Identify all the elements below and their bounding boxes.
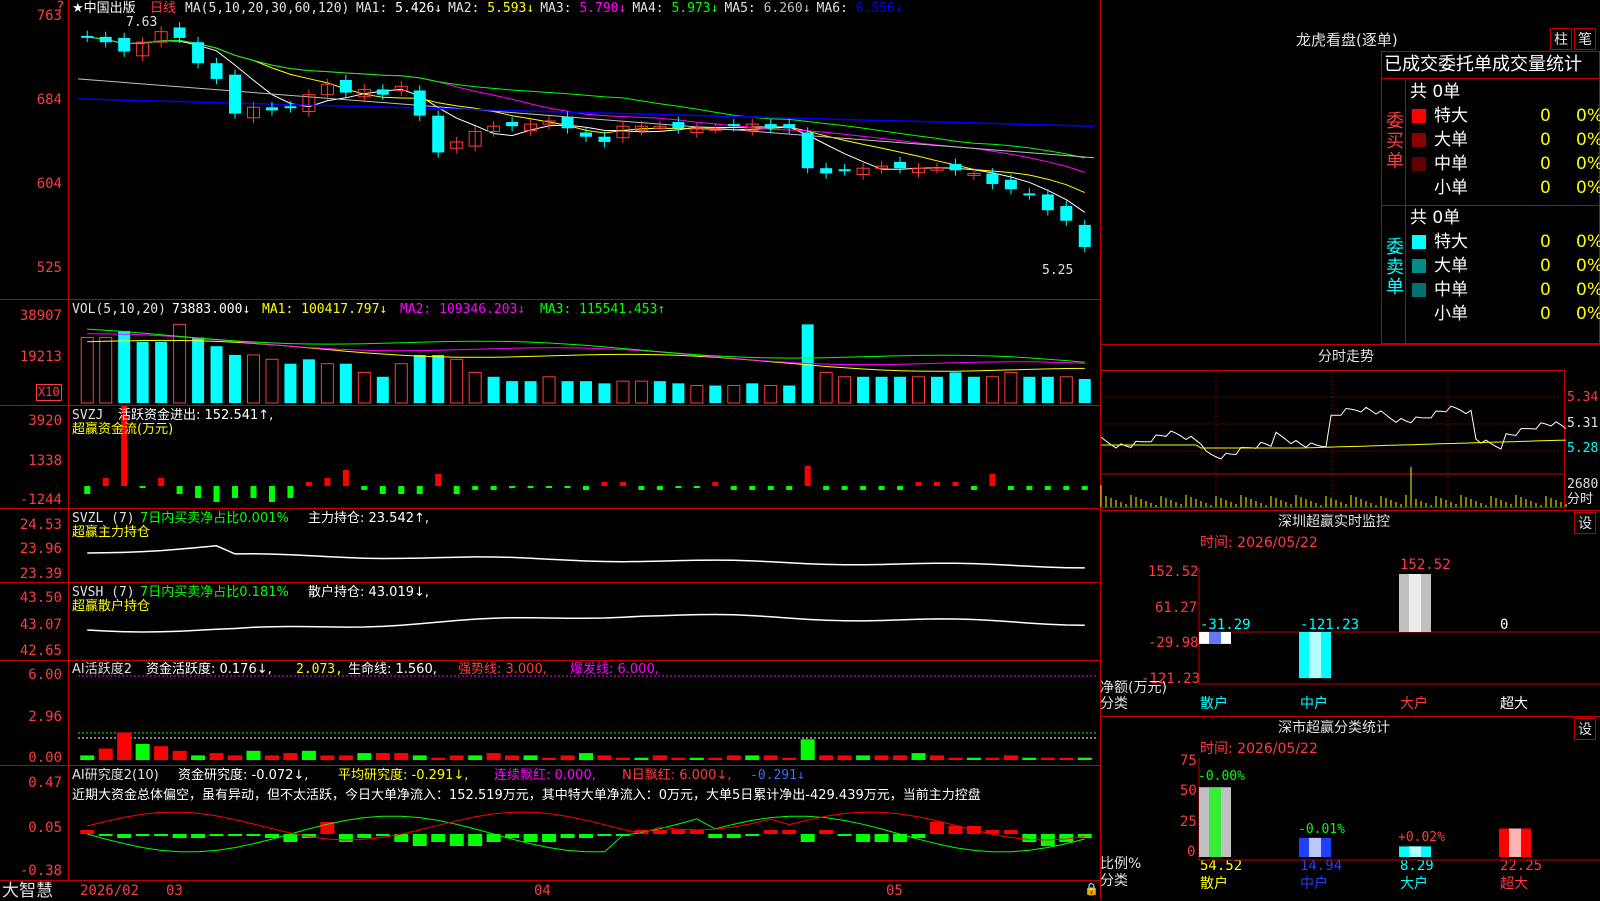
monitor-bar-highlight xyxy=(1409,574,1421,632)
stats-bar-highlight xyxy=(1209,787,1221,857)
monitor-bar-highlight xyxy=(1209,632,1221,644)
monitor-bar-highlight xyxy=(1309,632,1321,679)
stats-bar-highlight xyxy=(1309,837,1321,857)
right-charts xyxy=(1100,372,1600,861)
stats-bar-highlight xyxy=(1509,828,1521,857)
stats-bar-highlight xyxy=(1409,846,1421,857)
